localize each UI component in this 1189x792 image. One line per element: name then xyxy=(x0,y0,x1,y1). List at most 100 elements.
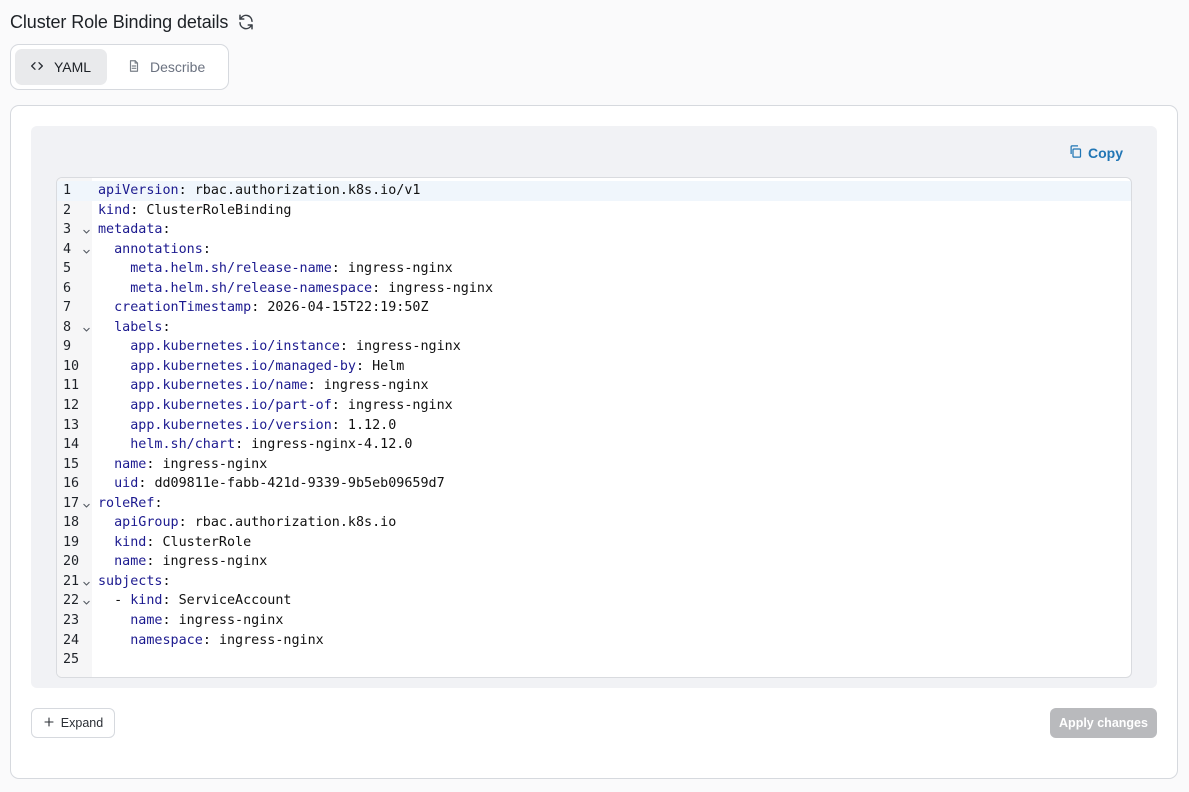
line-number: 16 xyxy=(63,476,80,492)
yaml-value: rbac.authorization.k8s.io/v1 xyxy=(194,183,421,198)
code-text: app.kubernetes.io/version: 1.12.0 xyxy=(98,416,396,436)
editor-shell: Copy 1 apiVersion: rbac.authorization.k8s… xyxy=(31,126,1157,688)
code-text: - kind: ServiceAccount xyxy=(98,591,292,611)
apply-changes-button[interactable]: Apply changes xyxy=(1050,708,1157,738)
yaml-key: meta.helm.sh/release-namespace xyxy=(130,280,373,296)
yaml-value: 2026-04-15T22:19:50Z xyxy=(267,300,429,316)
line-number: 13 xyxy=(63,417,80,433)
line-number: 10 xyxy=(63,358,80,374)
yaml-separator: : xyxy=(307,378,324,394)
yaml-value: ServiceAccount xyxy=(178,593,292,609)
yaml-key: namespace xyxy=(130,632,203,648)
yaml-value: rbac.authorization.k8s.io xyxy=(194,515,397,531)
yaml-value: ingress-nginx xyxy=(347,398,453,414)
line-number: 19 xyxy=(63,534,80,550)
yaml-key: app.kubernetes.io/instance xyxy=(130,339,340,355)
yaml-value: ClusterRole xyxy=(162,534,252,550)
yaml-separator: : xyxy=(355,358,373,374)
code-line[interactable]: 20 name: ingress-nginx xyxy=(57,552,1131,572)
code-line[interactable]: 2 kind: ClusterRoleBinding xyxy=(57,201,1131,221)
refresh-icon[interactable] xyxy=(237,13,255,31)
line-number: 14 xyxy=(63,437,80,453)
line-number: 2 xyxy=(63,202,72,218)
document-icon xyxy=(127,59,141,76)
yaml-value: 1.12.0 xyxy=(347,417,397,433)
yaml-key: apiGroup xyxy=(114,515,179,531)
yaml-key: kind xyxy=(130,593,163,609)
code-text: metadata: xyxy=(98,220,171,240)
code-line[interactable]: 11 app.kubernetes.io/name: ingress-nginx xyxy=(57,376,1131,396)
yaml-key: name xyxy=(114,554,147,570)
code-line[interactable]: 17 roleRef: xyxy=(57,494,1131,514)
code-line[interactable]: 5 meta.helm.sh/release-name: ingress-ngi… xyxy=(57,259,1131,279)
code-line[interactable]: 14 helm.sh/chart: ingress-nginx-4.12.0 xyxy=(57,435,1131,455)
code-line[interactable]: 16 uid: dd09811e-fabb-421d-9339-9b5eb096… xyxy=(57,474,1131,494)
code-line[interactable]: 13 app.kubernetes.io/version: 1.12.0 xyxy=(57,416,1131,436)
yaml-value: Helm xyxy=(372,358,405,374)
yaml-key: app.kubernetes.io/part-of xyxy=(130,398,332,414)
line-number: 22 xyxy=(63,593,80,609)
code-line[interactable]: 25 xyxy=(57,650,1131,670)
line-number: 23 xyxy=(63,613,80,629)
yaml-key: uid xyxy=(114,476,139,492)
copy-icon xyxy=(1068,144,1083,162)
code-lines: 1 apiVersion: rbac.authorization.k8s.io/v… xyxy=(57,181,1131,670)
code-text: kind: ClusterRole xyxy=(98,533,251,553)
code-line[interactable]: 24 namespace: ingress-nginx xyxy=(57,631,1131,651)
page-title: Cluster Role Binding details xyxy=(10,11,229,32)
code-line[interactable]: 10 app.kubernetes.io/managed-by: Helm xyxy=(57,357,1131,377)
code-line[interactable]: 22 - kind: ServiceAccount xyxy=(57,591,1131,611)
code-editor[interactable]: 1 apiVersion: rbac.authorization.k8s.io/v… xyxy=(56,177,1132,678)
yaml-separator: : xyxy=(138,476,155,492)
expand-button[interactable]: Expand xyxy=(31,708,115,738)
page-header: Cluster Role Binding details xyxy=(10,10,255,34)
code-text: roleRef: xyxy=(98,494,163,514)
line-number: 18 xyxy=(63,515,80,531)
yaml-separator: : xyxy=(202,632,219,648)
copy-label: Copy xyxy=(1088,145,1123,161)
code-line[interactable]: 9 app.kubernetes.io/instance: ingress-ng… xyxy=(57,337,1131,357)
line-number: 15 xyxy=(63,456,80,472)
code-line[interactable]: 15 name: ingress-nginx xyxy=(57,455,1131,475)
code-line[interactable]: 18 apiGroup: rbac.authorization.k8s.io xyxy=(57,513,1131,533)
yaml-separator: : xyxy=(331,398,348,414)
yaml-key: subjects xyxy=(98,573,163,589)
code-text: namespace: ingress-nginx xyxy=(98,631,324,651)
code-line[interactable]: 1 apiVersion: rbac.authorization.k8s.io/v… xyxy=(57,181,1131,201)
line-number: 8 xyxy=(63,319,72,335)
code-line[interactable]: 19 kind: ClusterRole xyxy=(57,533,1131,553)
code-line[interactable]: 23 name: ingress-nginx xyxy=(57,611,1131,631)
yaml-separator: : xyxy=(162,593,179,609)
yaml-separator: : xyxy=(162,222,171,238)
yaml-separator: : xyxy=(178,183,195,198)
code-line[interactable]: 8 labels: xyxy=(57,318,1131,338)
code-line[interactable]: 4 annotations: xyxy=(57,240,1131,260)
yaml-separator: : xyxy=(162,319,171,335)
code-text: annotations: xyxy=(98,240,211,260)
code-text: name: ingress-nginx xyxy=(98,611,283,631)
code-line[interactable]: 3 metadata: xyxy=(57,220,1131,240)
code-line[interactable]: 6 meta.helm.sh/release-namespace: ingres… xyxy=(57,279,1131,299)
yaml-key: annotations xyxy=(114,241,203,257)
code-line[interactable]: 7 creationTimestamp: 2026-04-15T22:19:50… xyxy=(57,298,1131,318)
yaml-value: ingress-nginx-4.12.0 xyxy=(251,437,413,453)
yaml-separator: : xyxy=(162,573,171,589)
yaml-separator: : xyxy=(178,515,195,531)
tab-describe[interactable]: Describe xyxy=(113,49,219,85)
copy-button[interactable]: Copy xyxy=(1068,143,1123,163)
code-line[interactable]: 21 subjects: xyxy=(57,572,1131,592)
code-line[interactable]: 12 app.kubernetes.io/part-of: ingress-ng… xyxy=(57,396,1131,416)
yaml-key: labels xyxy=(114,319,163,335)
tab-yaml[interactable]: YAML xyxy=(15,49,107,85)
